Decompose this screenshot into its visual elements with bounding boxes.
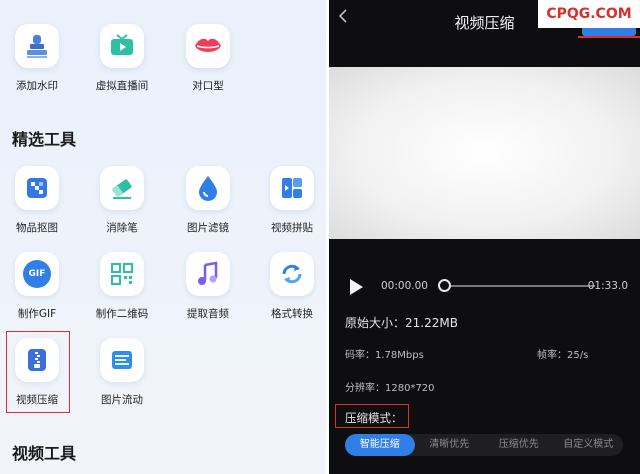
section-title-featured: 精选工具	[12, 130, 77, 149]
tool-image-cutout[interactable]: 物品抠图	[0, 166, 77, 235]
tool-label: 物品抠图	[16, 222, 58, 234]
mode-compression-first[interactable]: 压缩优先	[484, 434, 554, 456]
tools-panel: 添加水印 虚拟直播间 对口型 精选工具 物品抠图 消除笔 图片滤镜 视频拼贴 G…	[0, 0, 326, 474]
tool-lip-sync[interactable]: 对口型	[168, 24, 248, 93]
tool-label: 视频压缩	[16, 394, 58, 406]
tool-image-filter[interactable]: 图片滤镜	[168, 166, 248, 235]
tool-extract-audio[interactable]: 提取音频	[168, 252, 248, 321]
framerate: 帧率：25/s	[537, 350, 589, 361]
tool-video-compress[interactable]: 视频压缩	[0, 338, 77, 407]
compress-mode-selector: 智能压缩 清晰优先 压缩优先 自定义模式	[345, 434, 623, 456]
music-note-icon	[186, 252, 230, 296]
tool-make-gif[interactable]: GIF 制作GIF	[0, 252, 77, 321]
tool-image-flow[interactable]: 图片流动	[82, 338, 162, 407]
tv-icon	[100, 24, 144, 68]
tool-label: 图片流动	[101, 394, 143, 406]
drop-icon	[186, 166, 230, 210]
tool-label: 添加水印	[16, 80, 58, 92]
compress-icon	[15, 338, 59, 382]
image-flow-icon	[100, 338, 144, 382]
mode-clarity-first[interactable]: 清晰优先	[415, 434, 485, 456]
mode-smart[interactable]: 智能压缩	[345, 434, 415, 456]
tool-label: 制作二维码	[95, 308, 149, 320]
total-duration: 01:33.0	[587, 280, 628, 292]
tool-label: 对口型	[192, 80, 224, 92]
seek-knob[interactable]	[438, 279, 451, 292]
highlight-underline	[578, 36, 640, 38]
bitrate: 码率：1.78Mbps	[345, 350, 424, 361]
current-time: 00:00.00	[381, 280, 428, 292]
resolution: 分辨率：1280*720	[345, 383, 435, 394]
tool-make-qrcode[interactable]: 制作二维码	[82, 252, 162, 321]
compress-mode-label: 压缩模式：	[345, 411, 403, 425]
section-title-video: 视频工具	[12, 444, 77, 463]
convert-arrows-icon	[270, 252, 314, 296]
play-icon[interactable]	[347, 278, 365, 300]
stamp-icon	[15, 24, 59, 68]
image-cutout-icon	[15, 166, 59, 210]
tool-label: 虚拟直播间	[95, 80, 149, 92]
collage-icon	[270, 166, 314, 210]
qrcode-icon	[100, 252, 144, 296]
tool-video-collage[interactable]: 视频拼贴	[252, 166, 326, 235]
tool-eraser[interactable]: 消除笔	[82, 166, 162, 235]
tool-format-convert[interactable]: 格式转换	[252, 252, 326, 321]
gif-badge: GIF	[23, 260, 51, 288]
gif-icon: GIF	[15, 252, 59, 296]
tool-label: 制作GIF	[17, 308, 57, 320]
tool-add-watermark[interactable]: 添加水印	[0, 24, 77, 93]
site-watermark: CPQG.COM	[538, 0, 640, 28]
eraser-icon	[100, 166, 144, 210]
video-compress-screen: 视频压缩 CPQG.COM 00:00.00 01:33.0 原始大小：21.2…	[329, 0, 640, 474]
mode-custom[interactable]: 自定义模式	[554, 434, 624, 456]
tool-label: 图片滤镜	[187, 222, 229, 234]
original-size: 原始大小：21.22MB	[345, 316, 458, 330]
tool-label: 提取音频	[187, 308, 229, 320]
seek-track[interactable]	[445, 285, 595, 287]
tool-virtual-live-room[interactable]: 虚拟直播间	[82, 24, 162, 93]
video-preview[interactable]	[329, 67, 640, 239]
tool-label: 格式转换	[271, 308, 313, 320]
tool-label: 视频拼贴	[271, 222, 313, 234]
lips-icon	[186, 24, 230, 68]
tool-label: 消除笔	[106, 222, 138, 234]
